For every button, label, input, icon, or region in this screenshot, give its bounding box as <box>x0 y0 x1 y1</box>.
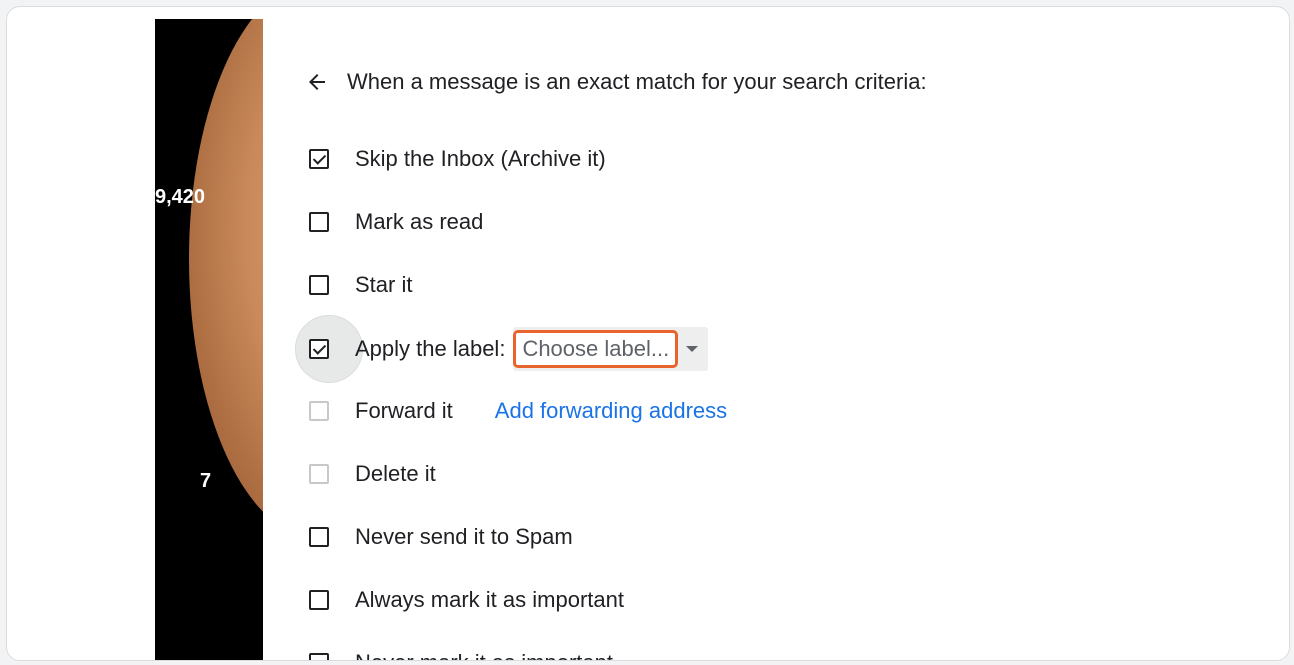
option-skip-inbox[interactable]: Skip the Inbox (Archive it) <box>309 139 606 179</box>
filter-actions-panel: When a message is an exact match for you… <box>263 19 1289 660</box>
option-forward[interactable]: Forward it Add forwarding address <box>309 391 727 431</box>
delete-label: Delete it <box>355 461 436 486</box>
label-select[interactable]: Choose label... <box>513 327 709 371</box>
forward-checkbox[interactable] <box>309 401 329 421</box>
star-label: Star it <box>355 272 413 297</box>
option-mark-read[interactable]: Mark as read <box>309 202 483 242</box>
inbox-count: 9,420 <box>155 186 206 208</box>
option-delete[interactable]: Delete it <box>309 454 436 494</box>
screenshot-frame: 9,420 7 When a message is an exact match… <box>6 6 1290 661</box>
always-important-label: Always mark it as important <box>355 587 624 612</box>
option-always-important[interactable]: Always mark it as important <box>309 580 624 620</box>
mark-read-label: Mark as read <box>355 209 484 234</box>
caret-down-icon[interactable] <box>686 346 699 352</box>
always-important-checkbox[interactable] <box>309 590 329 610</box>
option-apply-label[interactable]: Apply the label: Choose label... <box>309 327 709 371</box>
never-important-label: Never mark it as important <box>355 650 613 660</box>
add-forwarding-address-link[interactable]: Add forwarding address <box>495 398 727 424</box>
choose-label-field[interactable]: Choose label... <box>513 330 679 368</box>
apply-label-label: Apply the label: <box>355 336 506 361</box>
option-never-spam[interactable]: Never send it to Spam <box>309 517 573 557</box>
arrow-left-icon <box>309 74 325 90</box>
never-spam-label: Never send it to Spam <box>355 524 573 549</box>
mark-read-checkbox[interactable] <box>309 212 329 232</box>
inbox-background-panel: 9,420 7 <box>155 19 263 660</box>
never-important-checkbox[interactable] <box>309 653 329 660</box>
apply-label-checkbox[interactable] <box>309 339 329 359</box>
choose-label-value: Choose label... <box>522 336 670 361</box>
forward-label: Forward it <box>355 398 453 423</box>
skip-inbox-label: Skip the Inbox (Archive it) <box>355 146 606 171</box>
back-button[interactable] <box>297 62 337 102</box>
star-checkbox[interactable] <box>309 275 329 295</box>
filter-header: When a message is an exact match for you… <box>309 62 927 102</box>
filter-criteria-title: When a message is an exact match for you… <box>347 69 927 94</box>
option-never-important[interactable]: Never mark it as important <box>309 643 613 660</box>
background-image <box>189 19 263 539</box>
skip-inbox-checkbox[interactable] <box>309 149 329 169</box>
never-spam-checkbox[interactable] <box>309 527 329 547</box>
label-count: 7 <box>200 470 212 492</box>
delete-checkbox[interactable] <box>309 464 329 484</box>
option-star[interactable]: Star it <box>309 265 412 305</box>
